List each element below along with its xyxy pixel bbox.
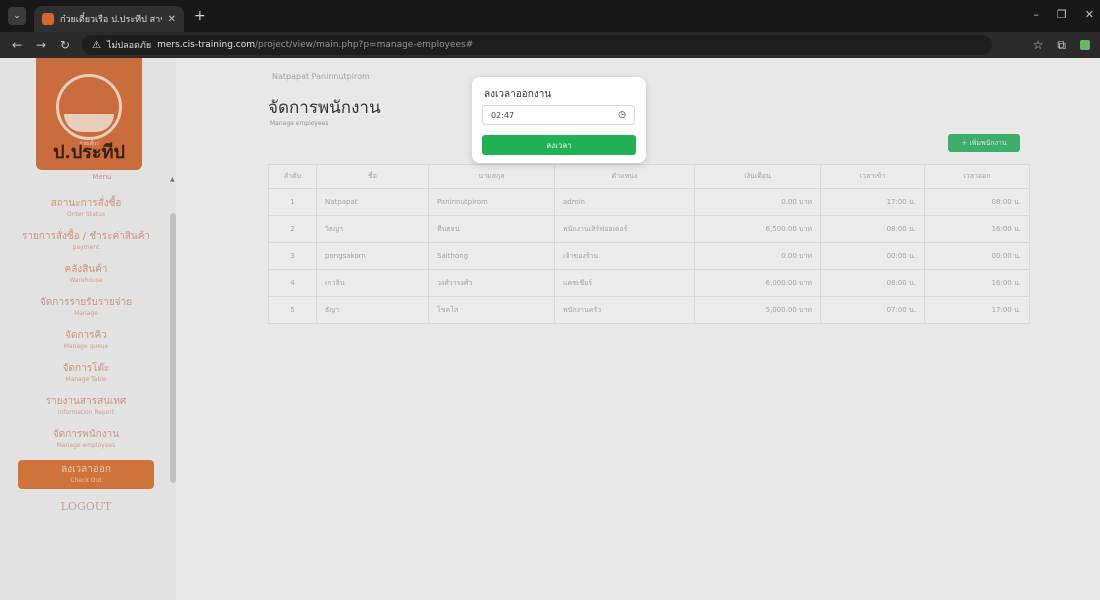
confirm-checkout-button[interactable]: ลงเวลา (482, 135, 636, 155)
modal-title: ลงเวลาออกงาน (484, 89, 552, 100)
clock-icon[interactable]: ◷ (618, 110, 626, 120)
checkout-time-modal: ลงเวลาออกงาน 02:47 ◷ ลงเวลา (472, 77, 646, 163)
time-value: 02:47 (491, 110, 515, 120)
time-input[interactable]: 02:47 ◷ (482, 105, 635, 125)
